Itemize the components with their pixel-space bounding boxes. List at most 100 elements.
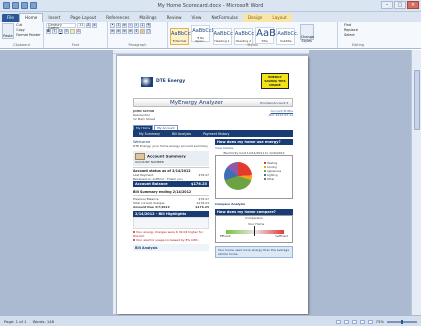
- align-center-icon[interactable]: ≡: [116, 29, 121, 34]
- tab-mailings[interactable]: Mailings: [134, 14, 161, 22]
- style-preview: AaBbCc: [234, 31, 255, 37]
- font-name-select[interactable]: Century Gothic: [46, 23, 76, 30]
- decrease-indent-icon[interactable]: «: [128, 23, 133, 28]
- account-summary-box: Account Summary ACCOUNT NUMBER: [133, 151, 209, 166]
- maximize-button[interactable]: □: [394, 1, 406, 9]
- window-controls: – □ ✕: [381, 1, 419, 9]
- document-page[interactable]: DTE Energy ENERGY SAVING TIPS INSIDE MyE…: [117, 56, 308, 314]
- ribbon: Paste Cut Copy Format Painter Clipboard …: [0, 22, 421, 49]
- pilcrow-icon[interactable]: ¶: [146, 23, 151, 28]
- numbering-icon[interactable]: 1: [116, 23, 121, 28]
- style-no-spacing[interactable]: AaBbCcDc ¶ No Spaci...: [191, 25, 218, 43]
- bold-icon[interactable]: B: [46, 29, 51, 34]
- strikethrough-icon[interactable]: S: [64, 29, 69, 34]
- tab-file[interactable]: File: [2, 14, 20, 22]
- grow-font-icon[interactable]: A: [86, 23, 91, 28]
- web-layout-icon[interactable]: [351, 319, 357, 324]
- tab-view[interactable]: View: [187, 14, 207, 22]
- align-right-icon[interactable]: ≡: [122, 29, 127, 34]
- bill-row-label: Amount Due 3/7/2012: [133, 205, 170, 209]
- bill-analysis-box: Bill Analysis: [133, 244, 209, 251]
- compare-analysis: Compare Analysis: [215, 202, 246, 206]
- full-screen-icon[interactable]: [343, 319, 349, 324]
- bullets-icon[interactable]: •: [110, 23, 115, 28]
- page-count[interactable]: Page: 1 of 1: [4, 319, 27, 324]
- justify-icon[interactable]: ≡: [128, 29, 133, 34]
- editing-label: Editing: [351, 43, 365, 47]
- style-preview: AaB: [256, 28, 276, 39]
- style-preview: AaBbCc.: [277, 31, 299, 37]
- multilevel-icon[interactable]: ≡: [122, 23, 127, 28]
- group-editing: Find Replace Select Editing: [338, 22, 378, 48]
- tab-netformulas[interactable]: NetFormulas: [206, 14, 242, 22]
- group-styles: AaBbCcDc ¶ Normal AaBbCcDc ¶ No Spaci... A…: [168, 22, 338, 48]
- increase-indent-icon[interactable]: »: [134, 23, 139, 28]
- style-title[interactable]: AaB Title: [255, 27, 276, 44]
- print-layout-icon[interactable]: [335, 319, 341, 324]
- select-button[interactable]: Select: [344, 33, 376, 38]
- account-right: Account Profile Bill: 2012-03-14: [269, 109, 293, 117]
- font-color-icon[interactable]: A: [76, 29, 81, 34]
- status-bar: Page: 1 of 1 Words: 148 75%: [0, 315, 421, 326]
- vertical-ruler[interactable]: [113, 54, 116, 314]
- underline-icon[interactable]: U: [58, 29, 63, 34]
- tab-references[interactable]: References: [101, 14, 134, 22]
- zoom-slider[interactable]: [387, 319, 417, 324]
- legend-label: Other: [267, 178, 275, 181]
- gauge-label: Your Home: [248, 222, 265, 226]
- doc-nav-bar: My Summary Bill Analysis Payment History: [133, 130, 293, 137]
- minimize-button[interactable]: –: [381, 1, 393, 9]
- tab-design[interactable]: Design: [242, 14, 268, 22]
- format-painter-button[interactable]: Format Painter: [16, 33, 40, 38]
- sort-icon[interactable]: ↓: [140, 23, 145, 28]
- draft-icon[interactable]: [367, 319, 373, 324]
- balance-amount: $176.23: [191, 182, 207, 186]
- nav-payment-history[interactable]: Payment History: [197, 132, 235, 136]
- balance-label: Account Balance: [135, 182, 168, 186]
- shrink-font-icon[interactable]: a: [92, 23, 97, 28]
- legend-item: Other: [264, 178, 281, 182]
- change-styles-button[interactable]: Change Styles: [299, 24, 314, 43]
- analyzer-sub[interactable]: Enrolled Account ▾: [260, 101, 288, 105]
- word-count[interactable]: Words: 148: [33, 319, 54, 324]
- vertical-scrollbar[interactable]: [411, 50, 421, 315]
- close-button[interactable]: ✕: [407, 1, 419, 9]
- shading-icon[interactable]: [140, 29, 145, 34]
- zoom-level[interactable]: 75%: [376, 319, 384, 324]
- line-spacing-icon[interactable]: ↕: [134, 29, 139, 34]
- tab-insert[interactable]: Insert: [43, 14, 65, 22]
- legend-label: Heating: [267, 162, 278, 165]
- analyzer-banner: MyEnergy Analyzer Enrolled Account ▾: [133, 98, 293, 107]
- nav-bill-analysis[interactable]: Bill Analysis: [166, 132, 197, 136]
- pie-chart-icon: [224, 162, 252, 190]
- outline-icon[interactable]: [359, 319, 365, 324]
- styles-label: Styles: [247, 43, 258, 47]
- borders-icon[interactable]: □: [146, 29, 151, 34]
- font-size-select[interactable]: 11: [77, 23, 85, 28]
- alert-dot-icon: [133, 231, 135, 233]
- highlight-icon[interactable]: [70, 29, 75, 34]
- window-title: My Home Scorecard.docx - Microsoft Word: [157, 3, 264, 9]
- view-details-link[interactable]: View Details: [215, 146, 293, 150]
- nav-my-summary[interactable]: My Summary: [133, 132, 166, 136]
- legend-label: Lighting: [267, 174, 278, 177]
- clipboard-label: Clipboard: [13, 43, 30, 47]
- tab-layout[interactable]: Layout: [267, 14, 292, 22]
- paste-button[interactable]: Paste: [2, 23, 14, 39]
- tab-page-layout[interactable]: Page Layout: [65, 14, 101, 22]
- ribbon-tabs: File Home Insert Page Layout References …: [0, 12, 421, 22]
- highlights-chart: [133, 217, 209, 229]
- style-preview: AaBbCc: [213, 31, 233, 37]
- horizontal-ruler[interactable]: [113, 50, 309, 54]
- tab-review[interactable]: Review: [162, 14, 187, 22]
- gauge-left: Efficient: [220, 235, 231, 238]
- tab-home[interactable]: Home: [19, 13, 44, 22]
- align-left-icon[interactable]: ≡: [110, 29, 115, 34]
- scrollbar-thumb[interactable]: [414, 70, 420, 130]
- bill-analysis-title[interactable]: Bill Analysis: [135, 246, 158, 250]
- account-line2: 12 Main Street: [133, 117, 156, 121]
- dte-logo-icon: [141, 77, 153, 87]
- account-info: JOHN SCHUR Residential 12 Main Street Ac…: [133, 109, 293, 123]
- note-2: Your electric usage increased by 8% kWh.: [136, 238, 199, 242]
- italic-icon[interactable]: I: [52, 29, 57, 34]
